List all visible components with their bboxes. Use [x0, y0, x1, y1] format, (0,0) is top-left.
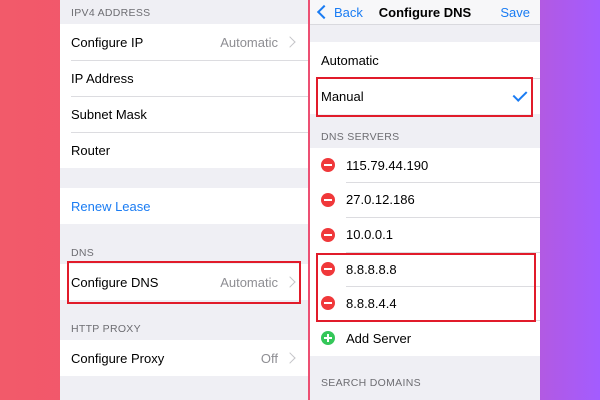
- ip-address-row: IP Address: [60, 60, 308, 96]
- renew-lease-group: Renew Lease: [60, 188, 308, 224]
- dns-server-address[interactable]: 10.0.0.1: [346, 227, 393, 242]
- router-label: Router: [71, 142, 111, 158]
- add-server-label: Add Server: [346, 330, 412, 346]
- back-label: Back: [334, 4, 363, 20]
- delete-icon[interactable]: [321, 227, 335, 242]
- dns-server-address[interactable]: 27.0.12.186: [346, 192, 415, 207]
- dns-server-row: 10.0.0.1: [310, 217, 540, 252]
- dns-servers-group: 115.79.44.190 27.0.12.186 10.0.0.1 8.8.8…: [310, 148, 540, 356]
- chevron-right-icon: [284, 276, 296, 288]
- dns-server-row: 27.0.12.186: [310, 182, 540, 217]
- configure-dns-row[interactable]: Configure DNS Automatic: [60, 264, 308, 300]
- subnet-mask-label: Subnet Mask: [71, 106, 147, 122]
- chevron-right-icon: [284, 352, 296, 364]
- back-button[interactable]: Back: [316, 5, 363, 20]
- configure-dns-panel: Back Configure DNS Save Automatic Manual…: [310, 0, 540, 400]
- configure-proxy-value: Off: [260, 350, 278, 366]
- delete-icon[interactable]: [321, 192, 335, 207]
- mode-option-manual[interactable]: Manual: [310, 78, 540, 114]
- delete-icon[interactable]: [321, 158, 335, 172]
- dns-server-address[interactable]: 8.8.8.8.8: [346, 262, 397, 277]
- checkmark-icon: [512, 86, 528, 102]
- mode-option-automatic[interactable]: Automatic: [310, 42, 540, 78]
- router-row: Router: [60, 132, 308, 168]
- dns-server-address[interactable]: 115.79.44.190: [346, 158, 428, 173]
- dns-mode-group: Automatic Manual: [310, 42, 540, 114]
- subnet-mask-row: Subnet Mask: [60, 96, 308, 132]
- add-server-button[interactable]: Add Server: [310, 320, 540, 356]
- ipv4-group: Configure IP Automatic IP Address Subnet…: [60, 24, 308, 168]
- configure-proxy-label: Configure Proxy: [71, 350, 165, 366]
- navigation-bar: Back Configure DNS Save: [310, 0, 540, 25]
- mode-option-label: Automatic: [321, 52, 379, 68]
- configure-ip-label: Configure IP: [71, 34, 144, 50]
- configure-dns-label: Configure DNS: [71, 274, 159, 290]
- add-icon: [321, 331, 335, 345]
- delete-icon[interactable]: [321, 296, 335, 310]
- save-button[interactable]: Save: [500, 5, 530, 20]
- dns-group: Configure DNS Automatic: [60, 264, 308, 300]
- network-settings-panel: IPV4 ADDRESS Configure IP Automatic IP A…: [60, 0, 308, 400]
- http-proxy-group: Configure Proxy Off: [60, 340, 308, 376]
- renew-lease-button[interactable]: Renew Lease: [60, 188, 308, 224]
- configure-dns-value: Automatic: [220, 274, 278, 290]
- renew-lease-label: Renew Lease: [71, 198, 151, 214]
- chevron-right-icon: [284, 36, 296, 48]
- dns-servers-section-header: DNS SERVERS: [321, 131, 400, 143]
- dns-server-address[interactable]: 8.8.8.4.4: [346, 296, 397, 311]
- search-domains-section-header: SEARCH DOMAINS: [321, 377, 421, 389]
- ip-address-label: IP Address: [71, 70, 134, 86]
- http-proxy-section-header: HTTP PROXY: [71, 323, 141, 335]
- dns-section-header: DNS: [71, 247, 95, 259]
- configure-proxy-row[interactable]: Configure Proxy Off: [60, 340, 308, 376]
- dns-server-row: 8.8.8.8.8: [310, 252, 540, 286]
- dns-server-row: 8.8.8.4.4: [310, 286, 540, 320]
- mode-option-label: Manual: [321, 88, 364, 104]
- configure-ip-value: Automatic: [220, 34, 278, 50]
- dns-server-row: 115.79.44.190: [310, 148, 540, 182]
- delete-icon[interactable]: [321, 262, 335, 276]
- ipv4-section-header: IPV4 ADDRESS: [71, 7, 151, 19]
- chevron-left-icon: [316, 4, 332, 20]
- configure-ip-row[interactable]: Configure IP Automatic: [60, 24, 308, 60]
